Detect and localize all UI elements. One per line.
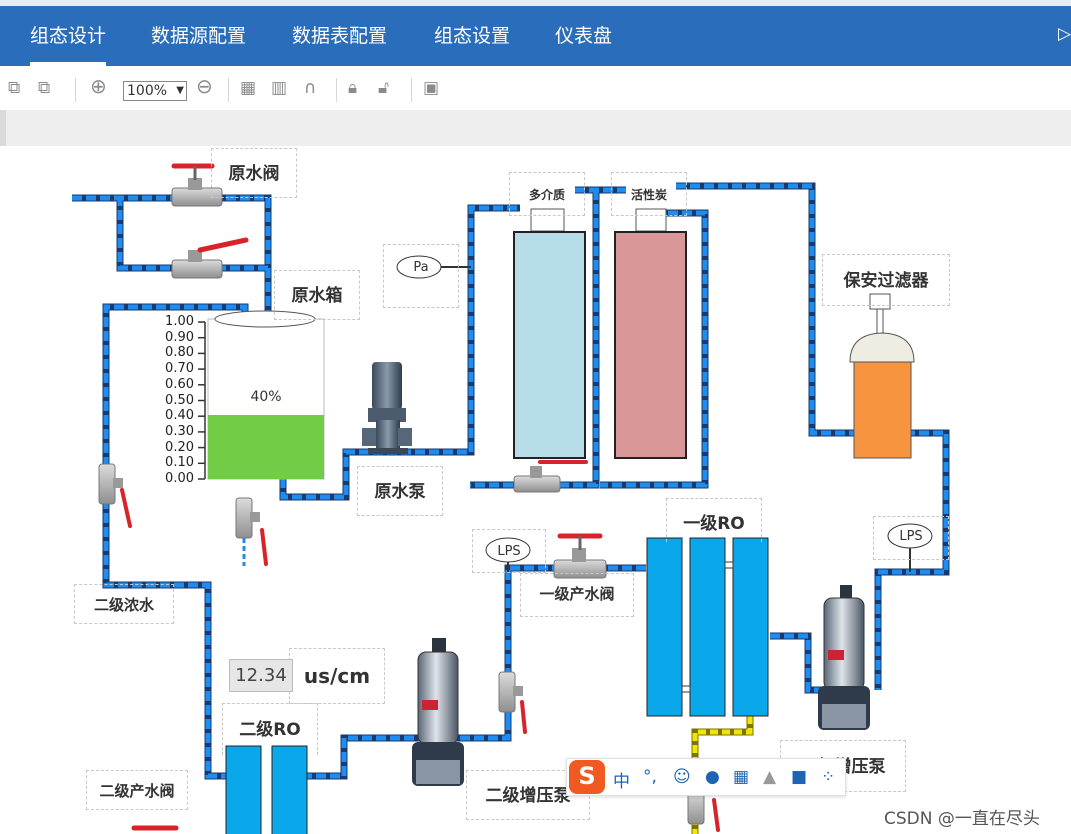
ime-logo-icon[interactable]: S: [569, 760, 605, 794]
multi-media-filter: [513, 208, 586, 459]
ime-apps-icon[interactable]: ⁘: [821, 767, 835, 787]
ro1-label: 一级RO: [666, 498, 762, 542]
tank-tick-label: 0.60: [165, 376, 194, 392]
raw-water-pump: [362, 362, 412, 454]
ime-emoji-icon[interactable]: ☺: [673, 767, 691, 787]
pa-label: Pa: [383, 244, 459, 308]
raw-valve-bypass[interactable]: [171, 237, 249, 279]
activated-carbon-text: 活性炭: [630, 188, 667, 202]
stage2-booster-pump: [412, 638, 464, 786]
ro1-product-valve-label: 一级产水阀: [520, 573, 634, 617]
ro2-membranes: [225, 745, 308, 834]
stage1-booster-pump: [818, 585, 870, 730]
ime-keyboard-icon[interactable]: ▦: [733, 767, 749, 787]
ime-toolbar[interactable]: S 中 °, ☺ ● ▦ ▲ ■ ⁘: [566, 758, 846, 796]
stage2-concentrate-label: 二级浓水: [74, 584, 174, 624]
ro2-label: 二级RO: [222, 703, 318, 755]
tank-tick-label: 0.40: [165, 408, 194, 424]
tank-tick-label: 0.80: [165, 345, 194, 361]
tank-tick-label: 0.30: [165, 423, 194, 439]
multi-media-label: 多介质: [509, 172, 585, 216]
tank-level-percent: 40%: [250, 389, 282, 405]
tank-tick-label: 0.20: [165, 439, 194, 455]
ime-punct-icon[interactable]: °,: [643, 767, 657, 787]
raw-tank-label: 原水箱: [274, 270, 360, 320]
tank-tick-label: 0.90: [165, 329, 194, 345]
multi-media-text: 多介质: [528, 188, 565, 202]
ro1-yellow-valve[interactable]: [687, 789, 720, 832]
ime-chinese-mode[interactable]: 中: [613, 767, 630, 792]
tank-tick-label: 0.70: [165, 361, 194, 377]
conductivity-value: 12.34: [229, 659, 293, 692]
lps-label-1: LPS: [472, 529, 546, 573]
stage2-pump-valve[interactable]: [498, 671, 527, 734]
ime-user-icon[interactable]: ▲: [763, 767, 776, 787]
tank-tick-label: 0.10: [165, 455, 194, 471]
watermark: CSDN @一直在尽头: [884, 809, 1040, 829]
ro1-membranes: [646, 537, 769, 717]
stage2-product-valve-label: 二级产水阀: [86, 770, 188, 810]
ime-mic-icon[interactable]: ●: [705, 767, 720, 787]
lps-label-2: LPS: [873, 516, 949, 560]
safety-filter-label: 保安过滤器: [822, 254, 950, 306]
activated-carbon-filter: [614, 208, 687, 459]
ro1-product-valve[interactable]: [553, 533, 607, 579]
tank-tick-label: 0.50: [165, 392, 194, 408]
tank-tick-label: 1.00: [165, 314, 194, 329]
raw-valve-label: 原水阀: [211, 148, 297, 198]
ime-skin-icon[interactable]: ■: [791, 767, 807, 787]
safety-filter: [849, 293, 915, 459]
tank-tick-label: 0.00: [165, 471, 194, 486]
activated-carbon-label: 活性炭: [611, 172, 687, 216]
tank-outlet-valve[interactable]: [235, 497, 268, 566]
raw-pump-label: 原水泵: [357, 466, 443, 516]
conductivity-unit-label: us/cm: [289, 648, 385, 704]
